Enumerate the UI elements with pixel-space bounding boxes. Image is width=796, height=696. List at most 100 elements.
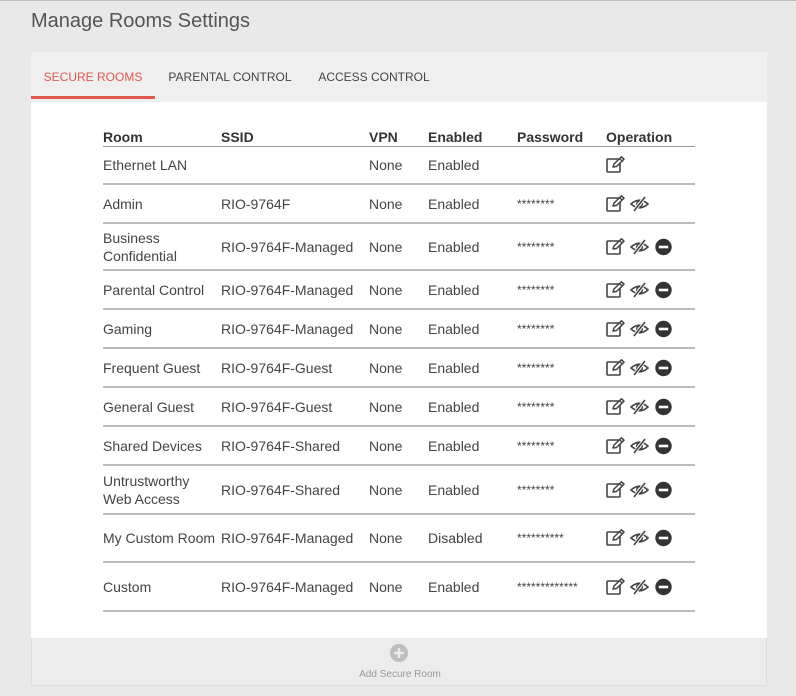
edit-room-button[interactable] [606, 280, 625, 299]
enabled-status-cell: Enabled [428, 270, 517, 310]
edit-room-button[interactable] [606, 319, 625, 338]
operation-buttons [606, 436, 695, 455]
header-enabled: Enabled [428, 124, 517, 147]
room-name-cell: Parental Control [103, 270, 221, 310]
plus-circle-icon [390, 644, 408, 662]
delete-room-button[interactable] [654, 359, 673, 377]
operation-cell [606, 184, 695, 224]
show-password-button[interactable] [630, 481, 649, 499]
edit-icon [606, 577, 625, 596]
edit-room-button[interactable] [606, 237, 625, 256]
room-name-cell: Business Confidential [103, 223, 221, 271]
enabled-status-cell: Enabled [428, 309, 517, 349]
tab-access-control[interactable]: ACCESS CONTROL [311, 52, 437, 99]
password-cell: ******** [517, 223, 606, 271]
ssid-cell: RIO-9764F [221, 184, 369, 224]
table-row: Frequent Guest RIO-9764F-Guest None Enabled… [103, 348, 695, 388]
edit-room-button[interactable] [606, 194, 625, 213]
show-password-button[interactable] [630, 529, 649, 547]
ssid-cell: RIO-9764F-Shared [221, 426, 369, 466]
password-cell [517, 146, 606, 185]
show-password-button[interactable] [630, 578, 649, 596]
header-ssid: SSID [221, 124, 369, 147]
room-name-cell: Shared Devices [103, 426, 221, 466]
table-row: My Custom Room RIO-9764F-Managed None Disab… [103, 514, 695, 563]
tab-secure-rooms[interactable]: SECURE ROOMS [31, 52, 155, 99]
minus-circle-icon [654, 320, 673, 338]
edit-icon [606, 529, 625, 547]
edit-room-button[interactable] [606, 436, 625, 455]
room-name-cell: General Guest [103, 387, 221, 427]
enabled-status-cell: Enabled [428, 562, 517, 612]
vpn-cell: None [369, 562, 428, 612]
show-password-button[interactable] [630, 281, 649, 299]
operation-cell [606, 465, 695, 515]
page-title: Manage Rooms Settings [31, 10, 251, 32]
show-password-button[interactable] [630, 437, 649, 455]
enabled-status-cell: Enabled [428, 223, 517, 271]
edit-room-button[interactable] [606, 529, 625, 547]
show-password-button[interactable] [630, 238, 649, 256]
table-header-row: Room SSID VPN Enabled Password Operation [103, 124, 695, 147]
ssid-cell: RIO-9764F-Guest [221, 348, 369, 388]
edit-room-button[interactable] [606, 155, 625, 174]
vpn-cell: None [369, 387, 428, 427]
ssid-cell [221, 146, 369, 185]
operation-cell [606, 426, 695, 466]
table-row: Untrustworthy Web Access RIO-9764F-Shared… [103, 465, 695, 515]
delete-room-button[interactable] [654, 529, 673, 547]
delete-room-button[interactable] [654, 437, 673, 455]
header-room: Room [103, 124, 221, 147]
delete-room-button[interactable] [654, 320, 673, 338]
delete-room-button[interactable] [654, 578, 673, 596]
edit-icon [606, 237, 625, 256]
operation-buttons [606, 319, 695, 338]
delete-room-button[interactable] [654, 481, 673, 499]
operation-buttons [606, 397, 695, 416]
vpn-cell: None [369, 514, 428, 563]
show-password-button[interactable] [630, 320, 649, 338]
minus-circle-icon [654, 238, 673, 256]
room-name-cell: Ethernet LAN [103, 146, 221, 185]
show-password-button[interactable] [630, 398, 649, 416]
operation-cell [606, 146, 695, 185]
minus-circle-icon [654, 437, 673, 455]
eye-slash-icon [630, 578, 649, 596]
table-row: Gaming RIO-9764F-Managed None Enabled ******… [103, 309, 695, 349]
password-cell: ******** [517, 387, 606, 427]
show-password-button[interactable] [630, 359, 649, 377]
add-room-bar: Add Secure Room [31, 638, 767, 686]
delete-room-button[interactable] [654, 398, 673, 416]
edit-icon [606, 397, 625, 416]
edit-room-button[interactable] [606, 397, 625, 416]
eye-slash-icon [630, 281, 649, 299]
edit-room-button[interactable] [606, 480, 625, 499]
delete-room-button[interactable] [654, 238, 673, 256]
eye-slash-icon [630, 529, 649, 547]
edit-room-button[interactable] [606, 358, 625, 377]
ssid-cell: RIO-9764F-Managed [221, 270, 369, 310]
show-password-button[interactable] [630, 195, 649, 213]
add-secure-room-button[interactable]: Add Secure Room [32, 638, 768, 686]
rooms-table-body: Ethernet LAN None Enabled Admin RIO-9764F Non… [103, 146, 695, 612]
edit-room-button[interactable] [606, 577, 625, 596]
table-row: Ethernet LAN None Enabled [103, 146, 695, 185]
eye-slash-icon [630, 238, 649, 256]
header-password: Password [517, 124, 606, 147]
eye-slash-icon [630, 359, 649, 377]
minus-circle-icon [654, 398, 673, 416]
vpn-cell: None [369, 309, 428, 349]
delete-room-button[interactable] [654, 281, 673, 299]
edit-icon [606, 194, 625, 213]
minus-circle-icon [654, 578, 673, 596]
enabled-status-cell: Enabled [428, 184, 517, 224]
operation-buttons [606, 529, 695, 547]
vpn-cell: None [369, 146, 428, 185]
room-name-cell: My Custom Room [103, 514, 221, 563]
enabled-status-cell: Enabled [428, 146, 517, 185]
ssid-cell: RIO-9764F-Managed [221, 223, 369, 271]
tab-parental-control[interactable]: PARENTAL CONTROL [161, 52, 299, 99]
minus-circle-icon [654, 529, 673, 547]
enabled-status-cell: Enabled [428, 348, 517, 388]
settings-panel: SECURE ROOMS PARENTAL CONTROL ACCESS CON… [31, 52, 767, 638]
